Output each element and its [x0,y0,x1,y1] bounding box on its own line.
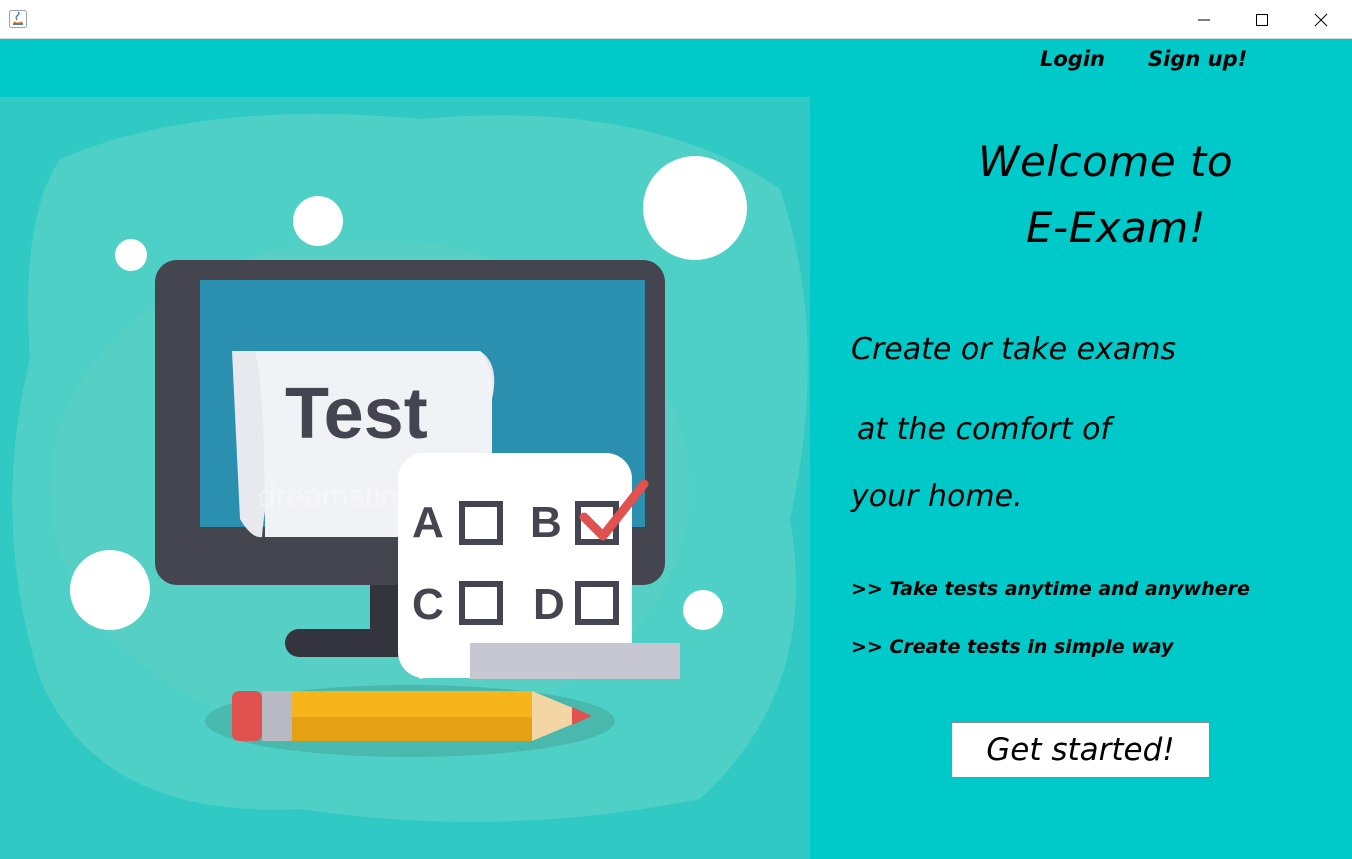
close-button[interactable] [1292,0,1350,39]
welcome-heading: Welcome to [978,137,1234,186]
feature-item: >> Take tests anytime and anywhere [851,578,1250,600]
option-letter: C [412,580,444,629]
decor-circle [115,239,147,271]
java-app-icon [9,10,27,28]
tagline-line-2: at the comfort of [857,412,1111,447]
feature-item: >> Create tests in simple way [851,636,1174,658]
window-titlebar [0,0,1352,39]
option-letter: D [533,580,565,629]
maximize-button[interactable] [1233,0,1291,39]
login-link[interactable]: Login [1040,47,1105,71]
get-started-button[interactable]: Get started! [951,722,1210,778]
signup-link[interactable]: Sign up! [1148,47,1247,71]
option-letter: B [530,498,562,547]
close-icon [1314,13,1328,26]
maximize-icon [1256,13,1268,26]
decor-circle [643,156,747,260]
decor-circle [70,550,150,630]
tagline-line-1: Create or take exams [851,332,1177,367]
paper-title: Test [285,374,428,454]
main-panel: Test A B C D dreamstime Login Sign up! W… [0,39,1352,859]
exam-illustration: Test A B C D dreamstime [0,97,810,859]
minimize-button[interactable] [1175,0,1233,39]
app-name-heading: E-Exam! [1026,203,1207,252]
tagline-line-3: your home. [851,479,1023,514]
minimize-icon [1198,19,1210,20]
watermark: dreamstime [258,478,425,514]
decor-circle [293,196,343,246]
decor-circle [683,590,723,630]
pencil-icon [205,685,615,757]
